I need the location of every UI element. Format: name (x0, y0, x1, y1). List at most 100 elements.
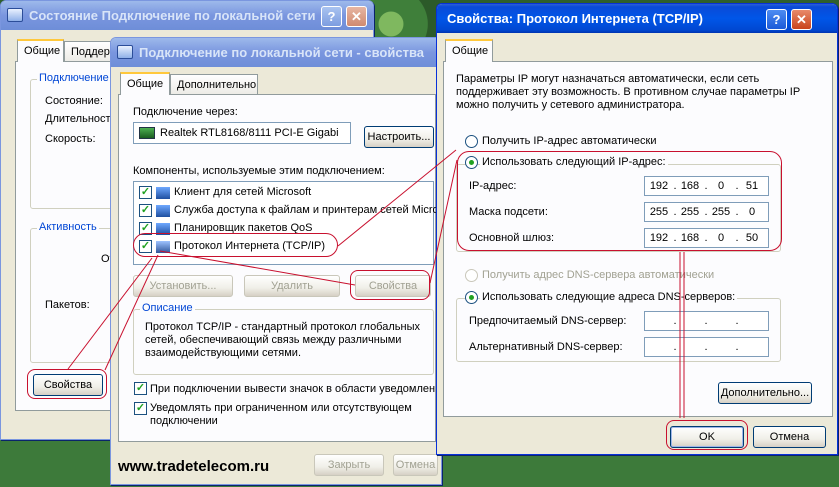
component-item[interactable]: ✓ Протокол Интернета (TCP/IP) (134, 239, 433, 255)
cancel-button[interactable]: Отмена (753, 426, 826, 448)
watermark: www.tradetelecom.ru (118, 458, 270, 475)
notify-checkbox[interactable]: ✓ (134, 402, 147, 415)
component-checkbox[interactable]: ✓ (139, 240, 152, 253)
status-window-titlebar[interactable]: Состояние Подключение по локальной сети (1, 1, 373, 30)
notify-label: Уведомлять при ограниченном или отсутств… (150, 402, 412, 427)
connection-properties-titlebar[interactable]: Подключение по локальной сети - свойства (111, 38, 441, 67)
close-icon[interactable]: ✕ (791, 9, 812, 30)
network-client-icon (156, 187, 170, 199)
description-title: Описание (140, 302, 195, 314)
component-item[interactable]: ✓ Планировщик пакетов QoS (134, 221, 433, 237)
network-adapter-icon (139, 127, 155, 139)
ip-dot: . (673, 315, 677, 327)
manual-ip-radio[interactable] (465, 156, 478, 169)
mask-octet: 255 (711, 206, 731, 218)
close-button[interactable]: Закрыть (314, 454, 384, 476)
tab-general[interactable]: Общие (17, 39, 64, 62)
gateway-octet: 168 (680, 232, 700, 244)
manual-dns-label: Использовать следующие адреса DNS-сервер… (480, 291, 738, 303)
ok-button[interactable]: OK (670, 426, 744, 448)
component-label: Клиент для сетей Microsoft (174, 186, 312, 198)
ip-octet: 51 (745, 180, 759, 192)
ip-dot: . (704, 315, 708, 327)
qos-icon (156, 223, 170, 235)
mask-octet: 0 (748, 206, 756, 218)
connection-properties-window: Подключение по локальной сети - свойства… (110, 37, 442, 485)
mask-label: Маска подсети: (469, 206, 548, 218)
auto-ip-label: Получить IP-адрес автоматически (482, 135, 657, 147)
protocol-properties-button[interactable]: Свойства (355, 275, 431, 297)
component-item[interactable]: ✓ Клиент для сетей Microsoft (134, 185, 433, 201)
auto-dns-label: Получить адрес DNS-сервера автоматически (482, 269, 715, 281)
help-icon[interactable]: ? (766, 9, 787, 30)
activity-group (30, 228, 114, 363)
component-checkbox[interactable]: ✓ (139, 204, 152, 217)
network-window-icon (7, 8, 23, 22)
packets-label: Пакетов: (45, 299, 90, 311)
subnet-mask-field[interactable]: 255 . 255 . 255 . 0 (644, 202, 769, 222)
configure-button[interactable]: Настроить... (364, 126, 434, 148)
gateway-field[interactable]: 192 . 168 . 0 . 50 (644, 228, 769, 248)
description-text: Протокол TCP/IP - стандартный протокол г… (145, 321, 420, 359)
components-label: Компоненты, используемые этим подключени… (133, 165, 385, 177)
advanced-button[interactable]: Дополнительно... (718, 382, 812, 404)
tab-general[interactable]: Общие (120, 72, 170, 95)
tab-support[interactable]: Поддер (64, 41, 112, 62)
component-label: Протокол Интернета (TCP/IP) (174, 240, 326, 252)
component-checkbox[interactable]: ✓ (139, 222, 152, 235)
show-icon-checkbox[interactable]: ✓ (134, 382, 147, 395)
auto-ip-radio[interactable] (465, 135, 478, 148)
alternate-dns-field[interactable]: . . . (644, 337, 769, 357)
alternate-dns-label: Альтернативный DNS-сервер: (469, 341, 623, 353)
mask-octet: 255 (649, 206, 669, 218)
ip-dot: . (704, 341, 708, 353)
component-label: Служба доступа к файлам и принтерам сете… (174, 204, 439, 216)
auto-dns-radio[interactable] (465, 269, 478, 282)
ip-dot: . (735, 341, 739, 353)
show-icon-label: При подключении вывести значок в области… (150, 383, 436, 395)
ip-octet: 192 (649, 180, 669, 192)
ip-dot: . (735, 315, 739, 327)
ip-address-field[interactable]: 192 . 168 . 0 . 51 (644, 176, 769, 196)
protocol-icon (156, 241, 170, 253)
connect-via-label: Подключение через: (133, 106, 238, 118)
close-icon[interactable]: ✕ (346, 6, 367, 27)
ip-octet: 168 (680, 180, 700, 192)
component-checkbox[interactable]: ✓ (139, 186, 152, 199)
tcpip-title: Свойства: Протокол Интернета (TCP/IP) (447, 11, 703, 26)
adapter-name: Realtek RTL8168/8111 PCI-E Gigabi (160, 127, 339, 139)
preferred-dns-field[interactable]: . . . (644, 311, 769, 331)
status-window-title: Состояние Подключение по локальной сети (29, 8, 316, 23)
intro-text: Параметры IP могут назначаться автоматич… (456, 73, 800, 111)
component-label: Планировщик пакетов QoS (174, 222, 313, 234)
duration-label: Длительност (45, 113, 111, 125)
gateway-octet: 0 (717, 232, 725, 244)
manual-dns-radio[interactable] (465, 291, 478, 304)
gateway-octet: 50 (745, 232, 759, 244)
manual-ip-label: Использовать следующий IP-адрес: (480, 156, 668, 168)
preferred-dns-label: Предпочитаемый DNS-сервер: (469, 315, 627, 327)
file-sharing-icon (156, 205, 170, 217)
components-list: ✓ Клиент для сетей Microsoft ✓ Служба до… (133, 181, 439, 265)
tcpip-properties-window: Свойства: Протокол Интернета (TCP/IP) ? … (436, 3, 838, 455)
tab-advanced[interactable]: Дополнительно (170, 74, 258, 95)
status-properties-button[interactable]: Свойства (33, 374, 103, 396)
mask-octet: 255 (680, 206, 700, 218)
remove-button[interactable]: Удалить (244, 275, 340, 297)
ip-label: IP-адрес: (469, 180, 517, 192)
help-icon[interactable]: ? (321, 6, 342, 27)
cancel-button[interactable]: Отмена (393, 454, 438, 476)
ip-dot: . (673, 341, 677, 353)
gateway-octet: 192 (649, 232, 669, 244)
speed-label: Скорость: (45, 133, 96, 145)
adapter-field: Realtek RTL8168/8111 PCI-E Gigabi (133, 122, 351, 144)
connection-group-title: Подключение (37, 72, 111, 84)
tab-general[interactable]: Общие (445, 39, 493, 62)
install-button[interactable]: Установить... (133, 275, 233, 297)
ip-octet: 0 (717, 180, 725, 192)
activity-group-title: Активность (37, 221, 99, 233)
connection-properties-title: Подключение по локальной сети - свойства (139, 45, 425, 60)
network-window-icon (117, 45, 133, 59)
component-item[interactable]: ✓ Служба доступа к файлам и принтерам се… (134, 203, 439, 219)
status-label: Состояние: (45, 95, 103, 107)
